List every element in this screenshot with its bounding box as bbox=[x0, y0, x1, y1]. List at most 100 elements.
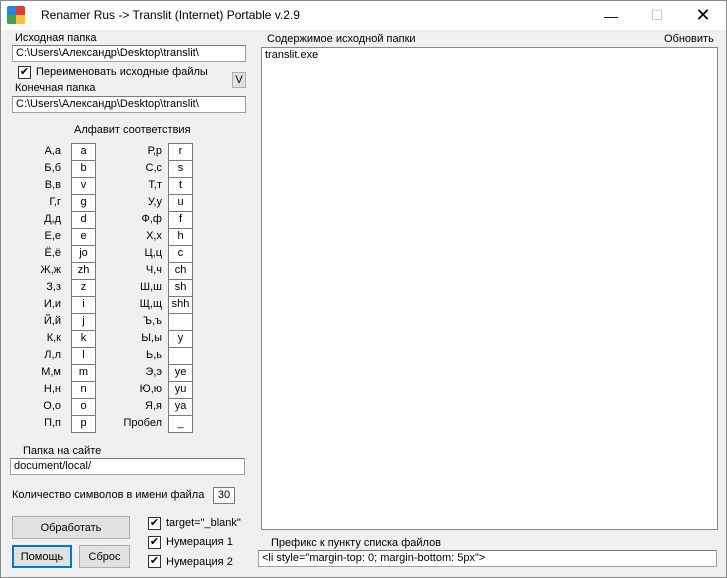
alphabet-lat-input[interactable]: e bbox=[71, 228, 96, 246]
alphabet-lat-input[interactable]: s bbox=[168, 160, 193, 178]
alphabet-ru-letter: Ё,ё bbox=[44, 247, 61, 259]
v-button[interactable]: V bbox=[232, 72, 246, 88]
alphabet-ru-letter: А,а bbox=[44, 145, 61, 157]
alphabet-lat-input[interactable]: k bbox=[71, 330, 96, 348]
alphabet-ru-letter: Я,я bbox=[145, 400, 162, 412]
alphabet-lat-input[interactable]: i bbox=[71, 296, 96, 314]
alphabet-ru-letter: Щ,щ bbox=[139, 298, 162, 310]
close-button[interactable]: ✕ bbox=[680, 1, 726, 30]
alphabet-lat-input[interactable]: a bbox=[71, 143, 96, 161]
alphabet-ru-letter: Ш,ш bbox=[140, 281, 162, 293]
alphabet-lat-input[interactable]: u bbox=[168, 194, 193, 212]
source-folder-input[interactable]: C:\Users\Александр\Desktop\translit\ bbox=[12, 45, 246, 62]
alphabet-lat-input[interactable]: jo bbox=[71, 245, 96, 263]
alphabet-lat-input[interactable]: zh bbox=[71, 262, 96, 280]
alphabet-lat-input[interactable]: d bbox=[71, 211, 96, 229]
char-count-input[interactable]: 30 bbox=[213, 487, 235, 504]
alphabet-lat-input[interactable] bbox=[168, 347, 193, 365]
list-item[interactable]: translit.exe bbox=[265, 49, 318, 61]
alphabet-lat-input[interactable]: o bbox=[71, 398, 96, 416]
prefix-input[interactable]: <li style="margin-top: 0; margin-bottom:… bbox=[258, 550, 717, 567]
folder-contents-label: Содержимое исходной папки bbox=[267, 33, 416, 45]
alphabet-ru-letter: Ч,ч bbox=[145, 264, 162, 276]
alphabet-lat-input[interactable]: ch bbox=[168, 262, 193, 280]
alphabet-ru-letter: Ы,ы bbox=[141, 332, 162, 344]
alphabet-lat-input[interactable]: v bbox=[71, 177, 96, 195]
alphabet-lat-input[interactable]: r bbox=[168, 143, 193, 161]
app-icon bbox=[7, 6, 25, 24]
alphabet-lat-input[interactable]: c bbox=[168, 245, 193, 263]
prefix-label: Префикс к пункту списка файлов bbox=[271, 537, 442, 549]
alphabet-lat-input[interactable] bbox=[168, 313, 193, 331]
minimize-button[interactable]: — bbox=[588, 1, 634, 30]
alphabet-lat-input[interactable]: m bbox=[71, 364, 96, 382]
alphabet-lat-input[interactable]: j bbox=[71, 313, 96, 331]
numbering2-label: Нумерация 2 bbox=[166, 556, 233, 568]
reset-button[interactable]: Сброс bbox=[79, 545, 130, 568]
alphabet-ru-letter: И,и bbox=[43, 298, 61, 310]
alphabet-ru-letter: З,з bbox=[46, 281, 61, 293]
alphabet-ru-letter: Л,л bbox=[44, 349, 61, 361]
alphabet-ru-letter: Ь,ь bbox=[145, 349, 162, 361]
process-button[interactable]: Обработать bbox=[12, 516, 130, 539]
maximize-button[interactable]: ☐ bbox=[634, 1, 680, 30]
alphabet-ru-letter: Н,н bbox=[43, 383, 61, 395]
char-count-label: Количество символов в имени файла bbox=[12, 489, 205, 501]
alphabet-lat-input[interactable]: yu bbox=[168, 381, 193, 399]
alphabet-ru-letter: Б,б bbox=[44, 162, 61, 174]
alphabet-ru-letter: О,о bbox=[43, 400, 61, 412]
alphabet-ru-letter: Ю,ю bbox=[139, 383, 162, 395]
alphabet-ru-letter: Ъ,ъ bbox=[143, 315, 162, 327]
alphabet-lat-input[interactable]: b bbox=[71, 160, 96, 178]
target-blank-checkbox[interactable]: ✔ bbox=[148, 517, 161, 530]
site-folder-input[interactable]: document/local/ bbox=[10, 458, 245, 475]
alphabet-ru-letter: Ф,ф bbox=[141, 213, 162, 225]
alphabet-lat-input[interactable]: g bbox=[71, 194, 96, 212]
app-window: Renamer Rus -> Translit (Internet) Porta… bbox=[0, 0, 727, 578]
alphabet-ru-letter: Й,й bbox=[43, 315, 61, 327]
rename-original-label: Переименовать исходные файлы bbox=[36, 66, 208, 78]
alphabet-ru-letter: П,п bbox=[44, 417, 61, 429]
numbering1-checkbox[interactable]: ✔ bbox=[148, 536, 161, 549]
alphabet-ru-letter: Г,г bbox=[49, 196, 61, 208]
dest-folder-label: Конечная папка bbox=[15, 82, 96, 94]
alphabet-lat-input[interactable]: f bbox=[168, 211, 193, 229]
alphabet-ru-letter: У,у bbox=[147, 196, 162, 208]
alphabet-lat-input[interactable]: t bbox=[168, 177, 193, 195]
site-folder-label: Папка на сайте bbox=[23, 445, 102, 457]
alphabet-ru-letter: М,м bbox=[41, 366, 61, 378]
window-title: Renamer Rus -> Translit (Internet) Porta… bbox=[41, 8, 300, 22]
alphabet-ru-letter: К,к bbox=[46, 332, 61, 344]
alphabet-lat-input[interactable]: l bbox=[71, 347, 96, 365]
alphabet-lat-input[interactable]: _ bbox=[168, 415, 193, 433]
alphabet-lat-input[interactable]: h bbox=[168, 228, 193, 246]
alphabet-lat-input[interactable]: y bbox=[168, 330, 193, 348]
title-bar: Renamer Rus -> Translit (Internet) Porta… bbox=[1, 1, 726, 30]
alphabet-ru-letter: В,в bbox=[44, 179, 61, 191]
alphabet-ru-letter: Ц,ц bbox=[144, 247, 163, 259]
refresh-button[interactable]: Обновить bbox=[664, 33, 714, 45]
source-folder-label: Исходная папка bbox=[15, 32, 97, 44]
rename-original-checkbox[interactable]: ✔ bbox=[18, 66, 31, 79]
folder-contents-list[interactable]: translit.exe bbox=[261, 47, 718, 530]
alphabet-ru-letter: Е,е bbox=[44, 230, 61, 242]
alphabet-lat-input[interactable]: n bbox=[71, 381, 96, 399]
alphabet-title: Алфавит соответствия bbox=[74, 124, 191, 136]
numbering1-label: Нумерация 1 bbox=[166, 536, 233, 548]
alphabet-lat-input[interactable]: p bbox=[71, 415, 96, 433]
alphabet-lat-input[interactable]: ya bbox=[168, 398, 193, 416]
help-button[interactable]: Помощь bbox=[12, 545, 72, 568]
alphabet-lat-input[interactable]: shh bbox=[168, 296, 193, 314]
alphabet-ru-letter: С,с bbox=[145, 162, 163, 174]
alphabet-ru-letter: Х,х bbox=[146, 230, 162, 242]
dest-folder-input[interactable]: C:\Users\Александр\Desktop\translit\ bbox=[12, 96, 246, 113]
alphabet-ru-letter: Р,р bbox=[147, 145, 162, 157]
alphabet-lat-input[interactable]: sh bbox=[168, 279, 193, 297]
alphabet-ru-letter: Т,т bbox=[148, 179, 162, 191]
target-blank-label: target="_blank" bbox=[166, 517, 241, 529]
alphabet-ru-letter: Ж,ж bbox=[40, 264, 61, 276]
alphabet-ru-letter: Д,д bbox=[44, 213, 61, 225]
alphabet-lat-input[interactable]: ye bbox=[168, 364, 193, 382]
alphabet-lat-input[interactable]: z bbox=[71, 279, 96, 297]
numbering2-checkbox[interactable]: ✔ bbox=[148, 555, 161, 568]
